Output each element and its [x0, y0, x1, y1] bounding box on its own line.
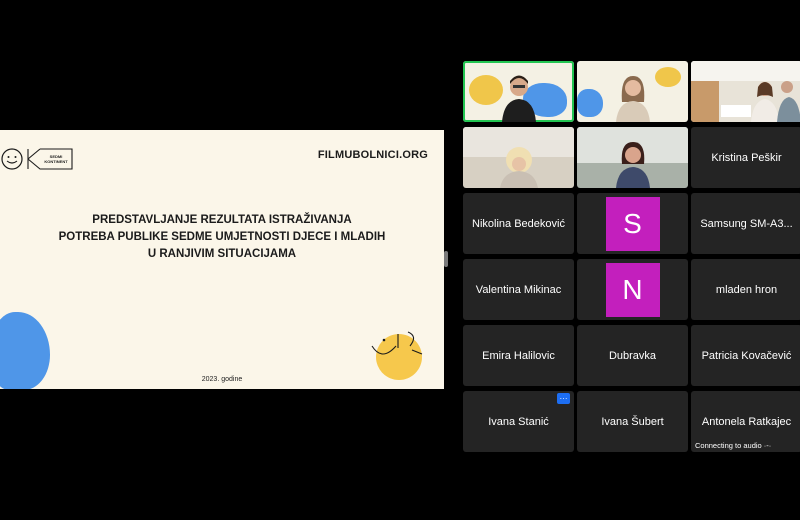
sedmi-kontinent-logo: SEDMI KONTINENT: [0, 146, 80, 170]
avatar: S: [605, 196, 660, 251]
participant-tile[interactable]: Emira Halilovic: [463, 325, 574, 386]
participant-tile[interactable]: Nikolina Bedeković: [463, 193, 574, 254]
participant-tile[interactable]: Samsung SM-A3...: [691, 193, 800, 254]
panel-resize-handle[interactable]: [444, 251, 448, 267]
slide-title-line-3: U RANJIVIM SITUACIJAMA: [147, 248, 297, 260]
participant-tile[interactable]: Valentina Mikinac: [463, 259, 574, 320]
participant-name: mladen hron: [715, 283, 778, 296]
video-tile[interactable]: [463, 127, 574, 188]
participant-name: Valentina Mikinac: [475, 283, 562, 296]
participant-tile[interactable]: Patricia Kovačević: [691, 325, 800, 386]
participant-video-icon: [501, 75, 536, 122]
video-tile[interactable]: [691, 61, 800, 122]
participant-name: Ivana Šubert: [601, 415, 664, 428]
participant-name: Antonela Ratkajec: [701, 415, 792, 428]
participant-name: Ivana Stanić: [488, 415, 549, 428]
video-tile[interactable]: [577, 127, 688, 188]
participant-name: Patricia Kovačević: [701, 349, 792, 362]
slide-title-line-1: PREDSTAVLJANJE REZULTATA ISTRAŽIVANJA: [92, 214, 352, 226]
participant-name: Kristina Peškir: [711, 151, 782, 164]
video-tile[interactable]: [577, 61, 688, 122]
doodle-face-icon: [371, 331, 423, 355]
participant-name: Nikolina Bedeković: [472, 217, 565, 230]
slide-website: FILMUBOLNICI.ORG: [317, 149, 428, 161]
participant-video-icon: [499, 147, 538, 188]
participant-name: Dubravka: [608, 349, 657, 362]
more-options-icon[interactable]: ···: [557, 393, 570, 404]
participant-tile[interactable]: mladen hron: [691, 259, 800, 320]
participant-tile[interactable]: Ivana Šubert: [577, 391, 688, 452]
participant-video-icon: [615, 76, 650, 122]
slide-year: 2023. godine: [201, 376, 243, 383]
participant-tile[interactable]: N: [577, 259, 688, 320]
video-tile-active-speaker[interactable]: [463, 61, 574, 122]
participant-video-icon: [615, 142, 650, 188]
slide-title-line-2: POTREBA PUBLIKE SEDME UMJETNOSTI DJECE I…: [58, 231, 386, 243]
logo-text-2: KONTINENT: [44, 159, 68, 164]
participant-video-icon: [751, 81, 800, 122]
participant-name: Samsung SM-A3...: [700, 217, 793, 230]
participant-tile[interactable]: S: [577, 193, 688, 254]
audio-status-text: Connecting to audio ·-·: [695, 441, 772, 450]
participant-name: Emira Halilovic: [482, 349, 555, 362]
shared-screen-slide: SEDMI KONTINENT FILMUBOLNICI.ORG PREDSTA…: [0, 130, 444, 389]
avatar: N: [605, 262, 660, 317]
participant-tile[interactable]: Kristina Peškir: [691, 127, 800, 188]
participant-tile[interactable]: Dubravka: [577, 325, 688, 386]
slide-title: PREDSTAVLJANJE REZULTATA ISTRAŽIVANJA PO…: [0, 212, 444, 263]
